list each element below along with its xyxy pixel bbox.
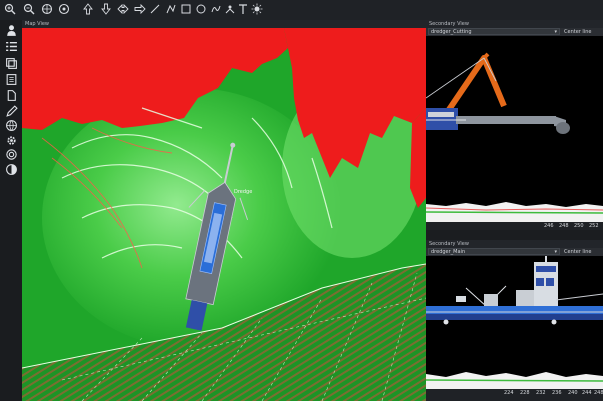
axis-tick: 252 bbox=[589, 223, 599, 229]
secondary-view-top-header: Secondary View bbox=[426, 20, 603, 28]
zoom-in-icon[interactable] bbox=[4, 3, 16, 15]
person-icon[interactable] bbox=[4, 23, 18, 37]
view-select-top[interactable]: dredger_Cutting ▾ bbox=[428, 28, 560, 35]
waypoint-tool-icon[interactable] bbox=[224, 3, 236, 15]
chevron-down-icon: ▾ bbox=[554, 249, 557, 255]
secondary-view-bottom-header: Secondary View bbox=[426, 240, 603, 248]
secondary-top-axis: 246 248 250 252 bbox=[426, 222, 603, 230]
main-toolbar bbox=[0, 0, 603, 21]
zoom-fit-icon[interactable] bbox=[41, 3, 53, 15]
centerline-mode-bottom[interactable]: Center line bbox=[564, 249, 591, 255]
axis-tick: 248 bbox=[594, 390, 603, 396]
axis-tick: 228 bbox=[520, 390, 530, 396]
layers-icon[interactable] bbox=[4, 56, 18, 70]
brightness-icon[interactable] bbox=[251, 3, 263, 15]
secondary-view-top-title: Secondary View bbox=[429, 21, 469, 27]
pen-icon[interactable] bbox=[4, 104, 18, 118]
map-canvas[interactable]: Dredge bbox=[22, 28, 426, 401]
text-tool-icon[interactable] bbox=[237, 3, 249, 15]
globe-icon[interactable] bbox=[4, 118, 18, 132]
rectangle-tool-icon[interactable] bbox=[180, 3, 192, 15]
cutting-side-view bbox=[426, 36, 603, 222]
move-icon[interactable] bbox=[134, 3, 146, 15]
axis-tick: 250 bbox=[574, 223, 584, 229]
view-select-top-value: dredger_Cutting bbox=[431, 29, 472, 35]
axis-tick: 248 bbox=[559, 223, 569, 229]
line-tool-icon[interactable] bbox=[149, 3, 161, 15]
chevron-down-icon: ▾ bbox=[554, 29, 557, 35]
axis-tick: 224 bbox=[504, 390, 514, 396]
secondary-view-bottom-bar: dredger_Main ▾ Center line bbox=[426, 248, 603, 256]
arrow-left-right-icon[interactable] bbox=[117, 3, 129, 15]
arrow-down-icon[interactable] bbox=[100, 3, 112, 15]
copy-icon[interactable] bbox=[4, 72, 18, 86]
polyline-tool-icon[interactable] bbox=[165, 3, 177, 15]
path-tool-icon[interactable] bbox=[210, 3, 222, 15]
view-select-bottom-value: dredger_Main bbox=[431, 249, 466, 255]
gear-icon[interactable] bbox=[4, 133, 18, 147]
target-icon[interactable] bbox=[4, 147, 18, 161]
left-sidebar bbox=[0, 20, 22, 401]
centerline-mode-top[interactable]: Center line bbox=[564, 29, 591, 35]
axis-tick: 240 bbox=[568, 390, 578, 396]
map-view-title: Map View bbox=[25, 21, 50, 27]
list-icon[interactable] bbox=[4, 39, 18, 53]
pan-hand-icon[interactable] bbox=[58, 3, 70, 15]
secondary-view-top-bar: dredger_Cutting ▾ Center line bbox=[426, 28, 603, 36]
secondary-view-bottom-title: Secondary View bbox=[429, 241, 469, 247]
axis-tick: 244 bbox=[582, 390, 592, 396]
circle-tool-icon[interactable] bbox=[195, 3, 207, 15]
secondary-bottom-axis: 224 228 232 236 240 244 248 bbox=[426, 389, 603, 401]
secondary-view-bottom-canvas[interactable] bbox=[426, 256, 603, 389]
document-icon[interactable] bbox=[4, 88, 18, 102]
zoom-out-icon[interactable] bbox=[23, 3, 35, 15]
view-select-bottom[interactable]: dredger_Main ▾ bbox=[428, 248, 560, 255]
map-view-header: Map View bbox=[22, 20, 426, 28]
vessel-label: Dredge bbox=[234, 189, 252, 195]
contrast-icon[interactable] bbox=[4, 162, 18, 176]
arrow-up-icon[interactable] bbox=[82, 3, 94, 15]
main-side-view bbox=[426, 256, 603, 389]
axis-tick: 232 bbox=[536, 390, 546, 396]
axis-tick: 236 bbox=[552, 390, 562, 396]
bathymetry-map: Dredge bbox=[22, 28, 426, 401]
secondary-view-top-canvas[interactable] bbox=[426, 36, 603, 222]
axis-tick: 246 bbox=[544, 223, 554, 229]
